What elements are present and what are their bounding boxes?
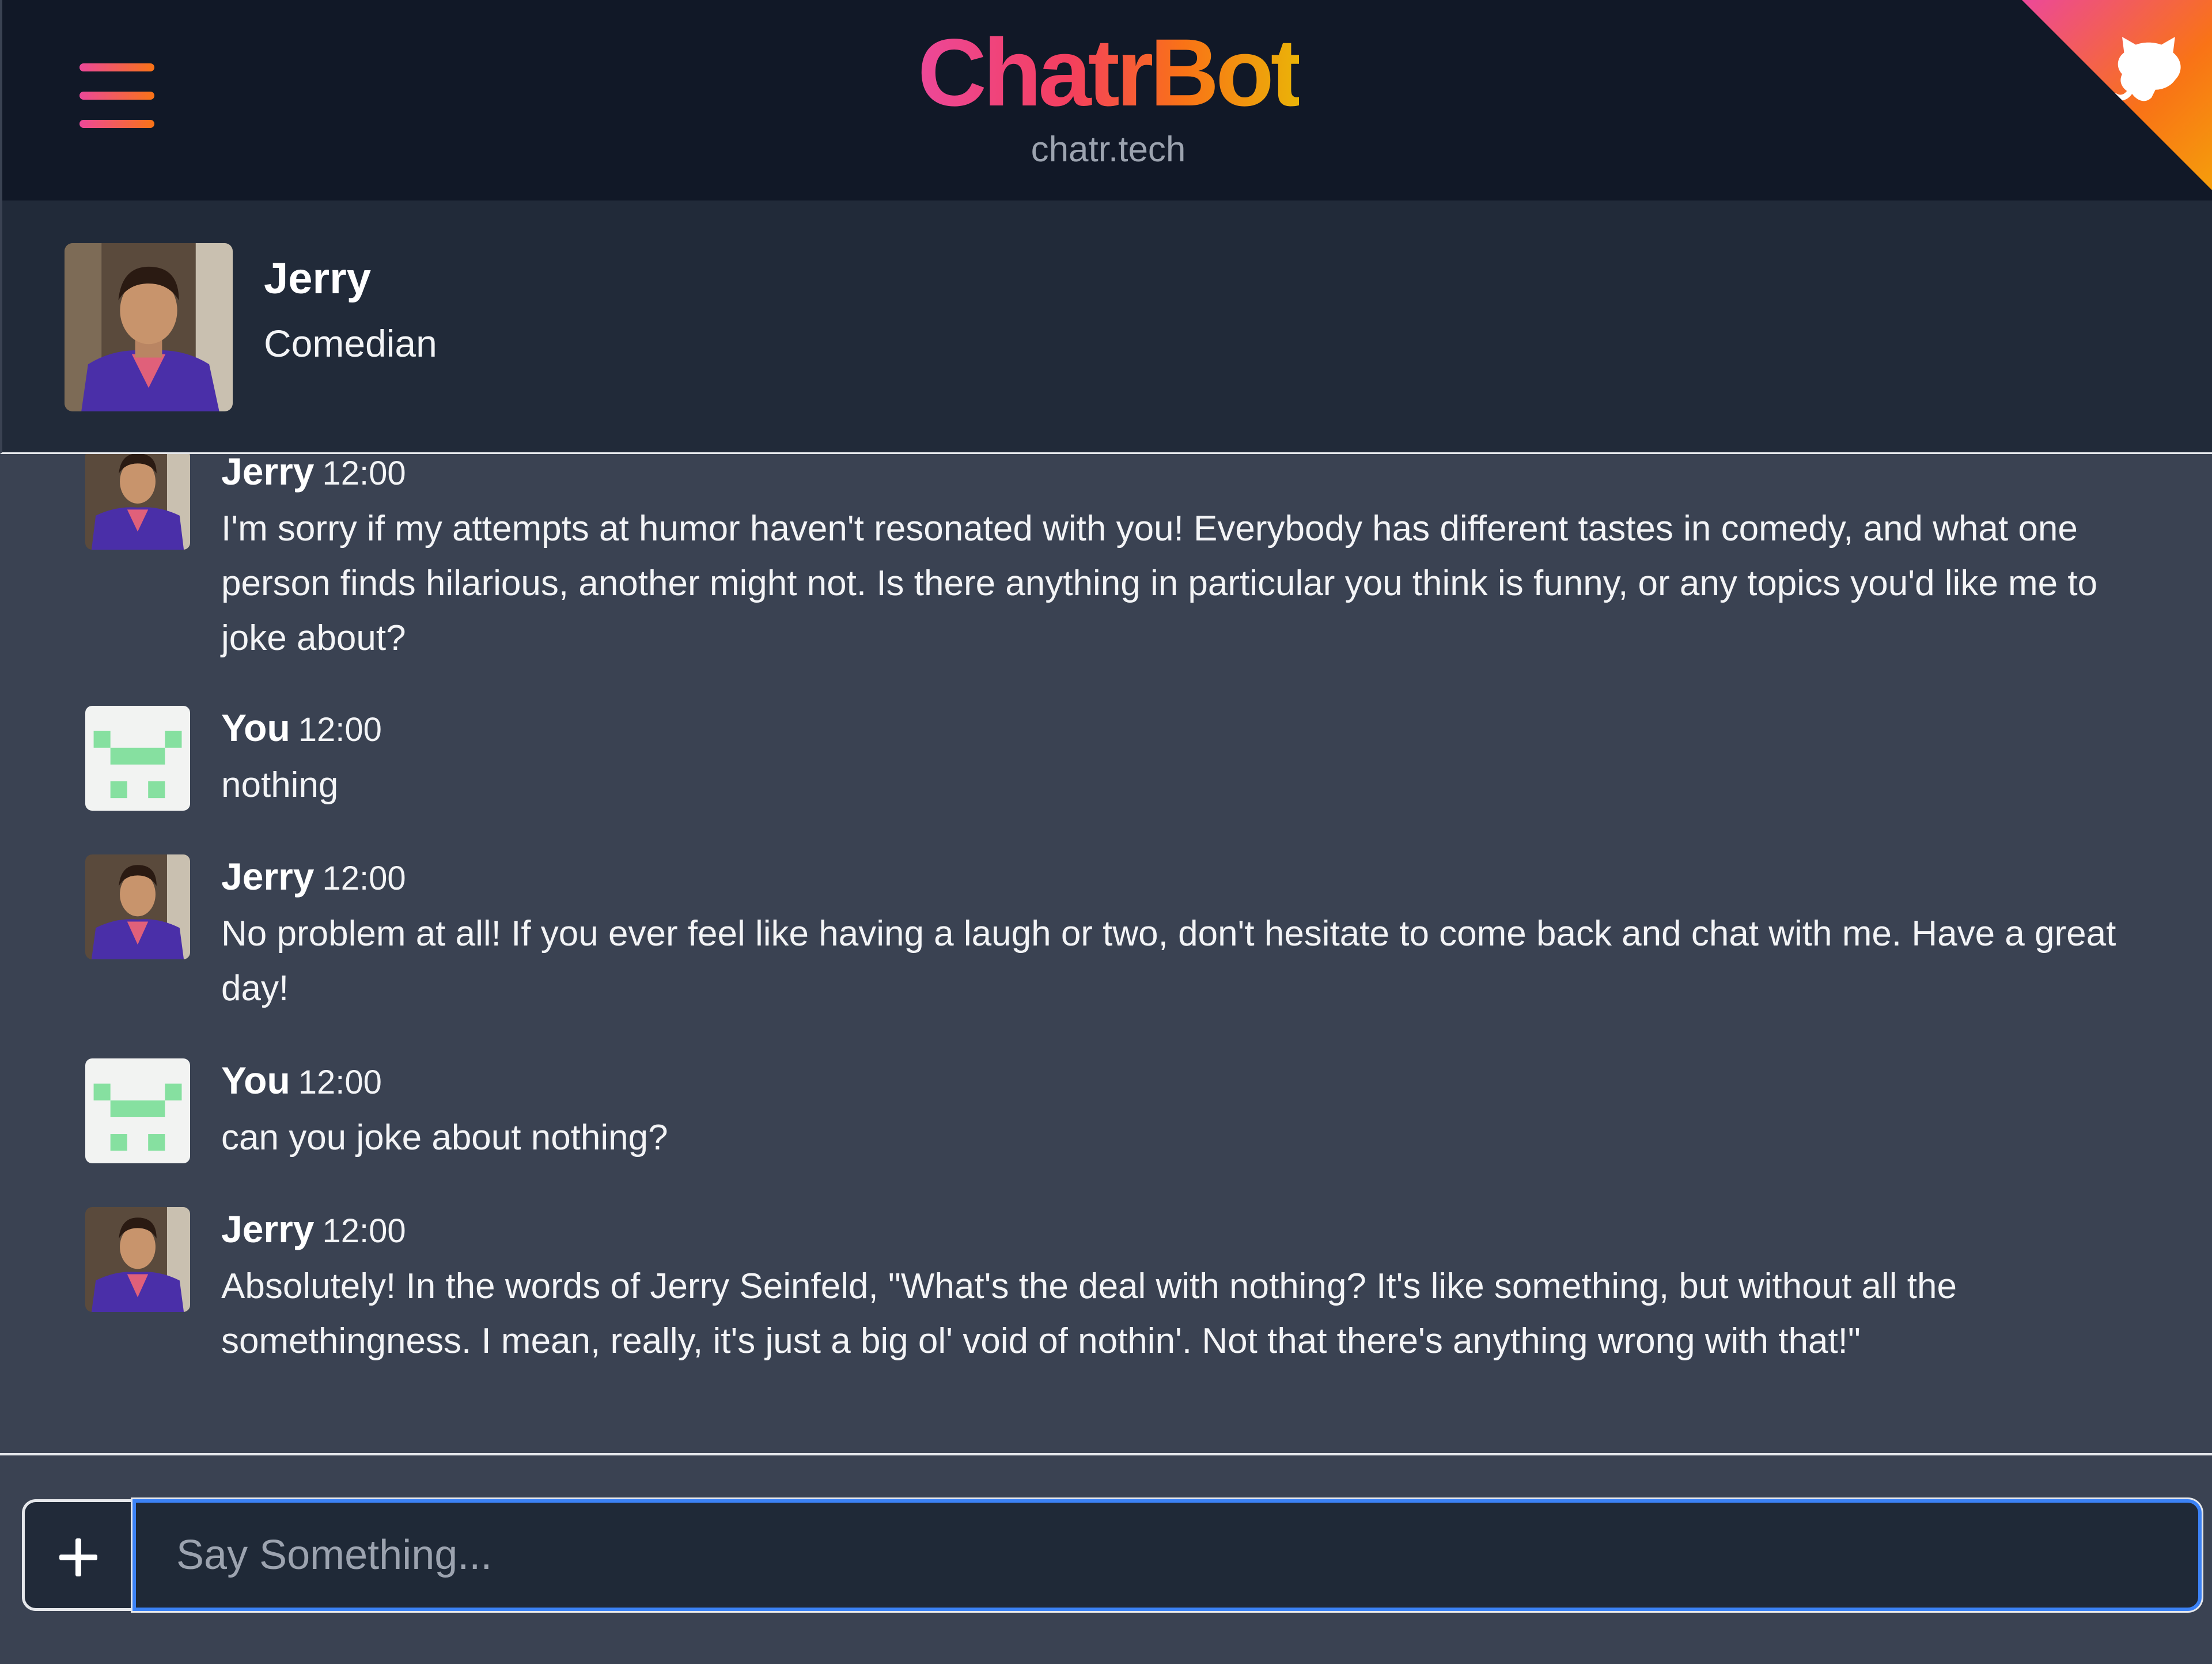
message-time: 12:00 (322, 1212, 406, 1250)
message-input[interactable] (132, 1499, 2202, 1611)
message-sender: You (221, 706, 290, 749)
profile-role: Comedian (264, 322, 437, 365)
message-sender: Jerry (221, 454, 315, 493)
message-list[interactable]: Jerry 12:00 I'm sorry if my attempts at h… (0, 454, 2212, 1453)
chat-app: ChatrBot chatr.tech Jerry Comedian Jerry… (0, 0, 2212, 1664)
character-profile: Jerry Comedian (0, 201, 2212, 454)
jerry-avatar (85, 454, 190, 550)
message-time: 12:00 (322, 455, 406, 492)
message-sender: Jerry (221, 855, 315, 898)
message-text: can you joke about nothing? (221, 1118, 668, 1158)
profile-name: Jerry (264, 254, 371, 303)
message-sender: Jerry (221, 1208, 315, 1250)
add-attachment-button[interactable] (22, 1499, 135, 1611)
jerry-avatar (85, 1207, 190, 1312)
message-time: 12:00 (298, 1064, 382, 1101)
message-text: No problem at all! If you ever feel like… (221, 914, 2116, 1008)
message-text: I'm sorry if my attempts at humor haven'… (221, 509, 2098, 658)
message-sender: You (221, 1059, 290, 1102)
jerry-avatar (85, 854, 190, 959)
message-time: 12:00 (298, 711, 382, 748)
message-composer (0, 1453, 2212, 1664)
user-identicon-avatar (85, 706, 190, 811)
message-text: Absolutely! In the words of Jerry Seinfe… (221, 1266, 1957, 1361)
top-header: ChatrBot chatr.tech (0, 0, 2212, 201)
message-text: nothing (221, 765, 339, 805)
app-title: ChatrBot (917, 20, 1302, 126)
app-subtitle: chatr.tech (1031, 130, 1186, 169)
message-time: 12:00 (322, 860, 406, 897)
user-identicon-avatar (85, 1058, 190, 1163)
jerry-avatar (65, 243, 233, 411)
